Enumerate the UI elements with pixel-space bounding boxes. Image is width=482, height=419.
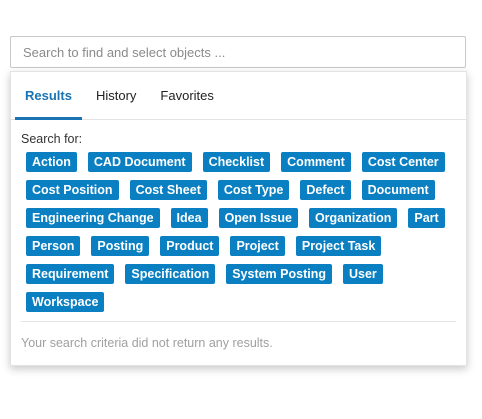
object-type-chip-system-posting[interactable]: System Posting — [226, 264, 332, 284]
search-dropdown: Results History Favorites Search for: Ac… — [10, 71, 467, 366]
object-type-chip-defect[interactable]: Defect — [300, 180, 351, 200]
tab-results[interactable]: Results — [15, 72, 82, 120]
search-for-label: Search for: — [21, 132, 83, 146]
object-type-chip-engineering-change[interactable]: Engineering Change — [26, 208, 160, 228]
object-type-chip-workspace[interactable]: Workspace — [26, 292, 105, 312]
tab-history[interactable]: History — [86, 72, 146, 119]
object-type-chip-project[interactable]: Project — [230, 236, 285, 256]
object-type-chip-person[interactable]: Person — [26, 236, 81, 256]
object-type-chip-requirement[interactable]: Requirement — [26, 264, 115, 284]
object-type-chip-part[interactable]: Part — [408, 208, 445, 228]
object-type-chip-idea[interactable]: Idea — [170, 208, 208, 228]
object-type-chip-document[interactable]: Document — [361, 180, 435, 200]
object-type-chip-posting[interactable]: Posting — [91, 236, 150, 256]
tab-favorites[interactable]: Favorites — [150, 72, 223, 119]
object-type-filter-list: Action CAD Document Checklist Comment Co… — [21, 152, 456, 320]
object-type-chip-specification[interactable]: Specification — [125, 264, 216, 284]
object-type-chip-open-issue[interactable]: Open Issue — [218, 208, 298, 228]
object-type-chip-checklist[interactable]: Checklist — [202, 152, 271, 172]
object-type-chip-comment[interactable]: Comment — [281, 152, 351, 172]
results-panel: Search for: Action CAD Document Checklis… — [11, 120, 466, 350]
object-type-chip-user[interactable]: User — [342, 264, 383, 284]
search-input[interactable] — [10, 36, 466, 68]
object-type-chip-cost-position[interactable]: Cost Position — [26, 180, 119, 200]
object-type-chip-project-task[interactable]: Project Task — [295, 236, 382, 256]
object-type-chip-product[interactable]: Product — [160, 236, 220, 256]
object-type-chip-cost-type[interactable]: Cost Type — [217, 180, 290, 200]
object-type-chip-cost-center[interactable]: Cost Center — [361, 152, 445, 172]
object-type-chip-action[interactable]: Action — [26, 152, 77, 172]
tab-bar: Results History Favorites — [11, 72, 466, 120]
object-type-chip-organization[interactable]: Organization — [308, 208, 398, 228]
object-type-chip-cost-sheet[interactable]: Cost Sheet — [129, 180, 207, 200]
no-results-message: Your search criteria did not return any … — [21, 336, 273, 350]
object-type-chip-cad-document[interactable]: CAD Document — [87, 152, 192, 172]
